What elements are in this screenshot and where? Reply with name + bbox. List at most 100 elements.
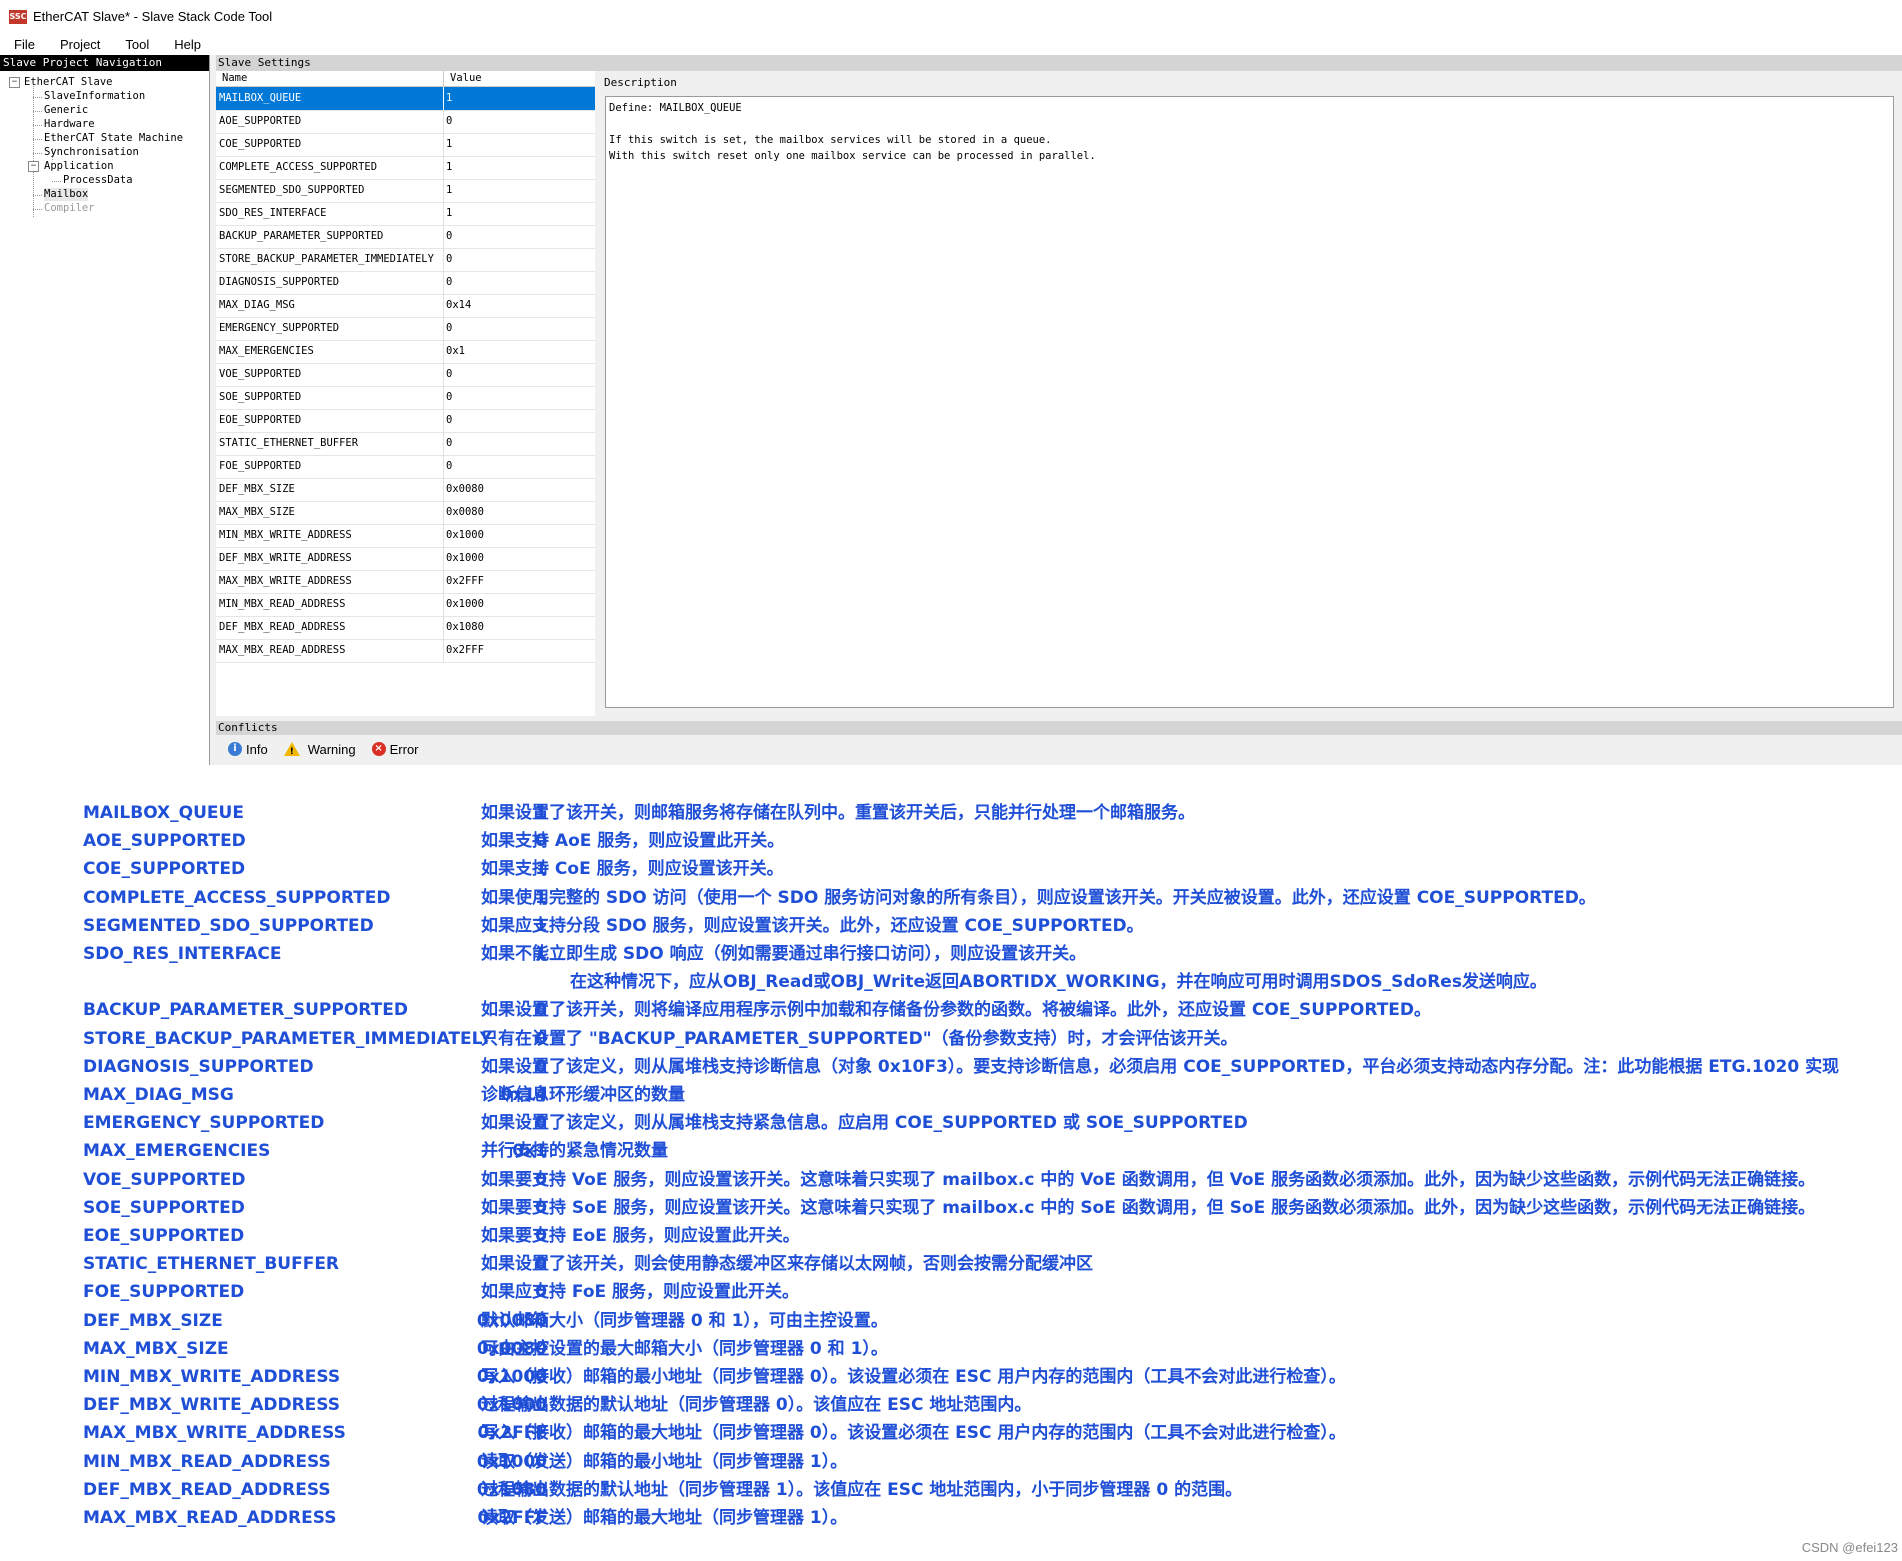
note-name: MAX_DIAG_MSG xyxy=(83,1085,234,1105)
tree-item-ethercat-slave[interactable]: EtherCAT Slave xyxy=(24,76,113,89)
settings-row[interactable]: DEF_MBX_SIZE 0x0080 xyxy=(216,478,595,502)
settings-row[interactable]: EOE_SUPPORTED 0 xyxy=(216,409,595,433)
column-header-value[interactable]: Value xyxy=(450,71,482,86)
column-header-name[interactable]: Name xyxy=(222,71,247,86)
settings-row[interactable]: MAX_MBX_READ_ADDRESS 0x2FFF xyxy=(216,639,595,663)
setting-value[interactable]: 0x1000 xyxy=(446,593,484,616)
setting-value[interactable]: 0x1000 xyxy=(446,547,484,570)
settings-row[interactable]: SEGMENTED_SDO_SUPPORTED 1 xyxy=(216,179,595,203)
settings-row[interactable]: STATIC_ETHERNET_BUFFER 0 xyxy=(216,432,595,456)
setting-name: DEF_MBX_SIZE xyxy=(219,483,295,495)
tree-collapse-icon[interactable]: − xyxy=(28,161,39,172)
setting-value[interactable]: 1 xyxy=(446,133,452,156)
setting-value[interactable]: 1 xyxy=(446,87,452,110)
settings-row[interactable]: EMERGENCY_SUPPORTED 0 xyxy=(216,317,595,341)
setting-value[interactable]: 0x14 xyxy=(446,294,471,317)
tree-item-state-machine[interactable]: EtherCAT State Machine xyxy=(44,132,183,145)
setting-value[interactable]: 0x2FFF xyxy=(446,639,484,662)
settings-row[interactable]: BACKUP_PARAMETER_SUPPORTED 0 xyxy=(216,225,595,249)
settings-row[interactable]: MAX_MBX_SIZE 0x0080 xyxy=(216,501,595,525)
setting-value[interactable]: 0 xyxy=(446,248,452,271)
cell-separator xyxy=(443,455,444,478)
settings-row[interactable]: MAX_DIAG_MSG 0x14 xyxy=(216,294,595,318)
tree-item-compiler[interactable]: Compiler xyxy=(44,202,95,215)
warning-filter-button[interactable]: ! Warning xyxy=(283,742,356,757)
note-description: 如果设置了该定义，则从属堆栈支持紧急信息。应启用 COE_SUPPORTED 或… xyxy=(481,1113,1248,1133)
setting-name: DEF_MBX_WRITE_ADDRESS xyxy=(219,552,352,564)
settings-row[interactable]: VOE_SUPPORTED 0 xyxy=(216,363,595,387)
note-description: 如果设置了该定义，则从属堆栈支持诊断信息（对象 0x10F3）。要支持诊断信息，… xyxy=(481,1057,1840,1077)
cell-separator xyxy=(443,87,444,110)
settings-row[interactable]: MIN_MBX_WRITE_ADDRESS 0x1000 xyxy=(216,524,595,548)
setting-value[interactable]: 0 xyxy=(446,225,452,248)
tree-item-synchronisation[interactable]: Synchronisation xyxy=(44,146,139,159)
description-panel: Description Define: MAILBOX_QUEUE If thi… xyxy=(601,71,1902,716)
setting-value[interactable]: 0x0080 xyxy=(446,501,484,524)
menu-help[interactable]: Help xyxy=(160,37,212,52)
cell-separator xyxy=(443,501,444,524)
menu-file[interactable]: File xyxy=(0,37,46,52)
tree-collapse-icon[interactable]: − xyxy=(9,77,20,88)
setting-name: EOE_SUPPORTED xyxy=(219,414,302,426)
info-label: Info xyxy=(246,741,268,757)
setting-value[interactable]: 0x1 xyxy=(446,340,465,363)
note-description: 过程输出数据的默认地址（同步管理器 0）。该值应在 ESC 地址范围内。 xyxy=(481,1395,1032,1415)
note-description: 如果设置了该开关，则会使用静态缓冲区来存储以太网帧，否则会按需分配缓冲区 xyxy=(481,1254,1093,1274)
settings-row[interactable]: SOE_SUPPORTED 0 xyxy=(216,386,595,410)
note-description: 过程输出数据的默认地址（同步管理器 1）。该值应在 ESC 地址范围内，小于同步… xyxy=(481,1480,1243,1500)
setting-value[interactable]: 0 xyxy=(446,317,452,340)
cell-separator xyxy=(443,386,444,409)
setting-value[interactable]: 1 xyxy=(446,156,452,179)
setting-name: BACKUP_PARAMETER_SUPPORTED xyxy=(219,230,384,242)
menu-tool[interactable]: Tool xyxy=(111,37,160,52)
settings-row[interactable]: STORE_BACKUP_PARAMETER_IMMEDIATELY 0 xyxy=(216,248,595,272)
setting-value[interactable]: 0 xyxy=(446,271,452,294)
settings-row[interactable]: COMPLETE_ACCESS_SUPPORTED 1 xyxy=(216,156,595,180)
column-separator[interactable] xyxy=(443,71,444,86)
tree-item-slave-information[interactable]: SlaveInformation xyxy=(44,90,145,103)
settings-row[interactable]: MAX_EMERGENCIES 0x1 xyxy=(216,340,595,364)
app-window: SSC EtherCAT Slave* - Slave Stack Code T… xyxy=(0,0,1902,765)
settings-row[interactable]: MAX_MBX_WRITE_ADDRESS 0x2FFF xyxy=(216,570,595,594)
error-filter-button[interactable]: × Error xyxy=(371,742,419,757)
tree-line xyxy=(33,139,42,140)
tree-item-mailbox[interactable]: Mailbox xyxy=(44,188,89,201)
settings-row[interactable]: MAILBOX_QUEUE 1 xyxy=(216,87,595,111)
settings-row[interactable]: FOE_SUPPORTED 0 xyxy=(216,455,595,479)
settings-row[interactable]: DIAGNOSIS_SUPPORTED 0 xyxy=(216,271,595,295)
menu-project[interactable]: Project xyxy=(46,37,111,52)
setting-value[interactable]: 0x2FFF xyxy=(446,570,484,593)
note-description: 如果支持 AoE 服务，则应设置此开关。 xyxy=(481,831,785,851)
setting-value[interactable]: 0x1000 xyxy=(446,524,484,547)
info-filter-button[interactable]: i Info xyxy=(228,742,268,757)
setting-value[interactable]: 0x0080 xyxy=(446,478,484,501)
setting-value[interactable]: 0 xyxy=(446,363,452,386)
setting-value[interactable]: 1 xyxy=(446,179,452,202)
tree-item-generic[interactable]: Generic xyxy=(44,104,88,117)
setting-value[interactable]: 1 xyxy=(446,202,452,225)
cell-separator xyxy=(443,294,444,317)
setting-value[interactable]: 0 xyxy=(446,455,452,478)
cell-separator xyxy=(443,593,444,616)
tree-item-hardware[interactable]: Hardware xyxy=(44,118,95,131)
settings-row[interactable]: DEF_MBX_WRITE_ADDRESS 0x1000 xyxy=(216,547,595,571)
tree-line xyxy=(33,195,42,196)
setting-value[interactable]: 0 xyxy=(446,432,452,455)
settings-row[interactable]: AOE_SUPPORTED 0 xyxy=(216,110,595,134)
tree-item-application[interactable]: Application xyxy=(44,160,114,173)
setting-value[interactable]: 0x1080 xyxy=(446,616,484,639)
settings-row[interactable]: COE_SUPPORTED 1 xyxy=(216,133,595,157)
setting-value[interactable]: 0 xyxy=(446,386,452,409)
note-continuation: 在这种情况下，应从OBJ_Read或OBJ_Write返回ABORTIDX_WO… xyxy=(570,972,1547,992)
note-name: COMPLETE_ACCESS_SUPPORTED xyxy=(83,888,391,908)
settings-row[interactable]: DEF_MBX_READ_ADDRESS 0x1080 xyxy=(216,616,595,640)
setting-value[interactable]: 0 xyxy=(446,110,452,133)
cell-separator xyxy=(443,639,444,662)
settings-row[interactable]: MIN_MBX_READ_ADDRESS 0x1000 xyxy=(216,593,595,617)
settings-row[interactable]: SDO_RES_INTERFACE 1 xyxy=(216,202,595,226)
note-name: DEF_MBX_SIZE xyxy=(83,1311,223,1331)
note-name: MAX_MBX_READ_ADDRESS xyxy=(83,1508,337,1528)
tree-item-process-data[interactable]: ProcessData xyxy=(63,174,133,187)
app-icon: SSC xyxy=(9,9,27,24)
setting-value[interactable]: 0 xyxy=(446,409,452,432)
